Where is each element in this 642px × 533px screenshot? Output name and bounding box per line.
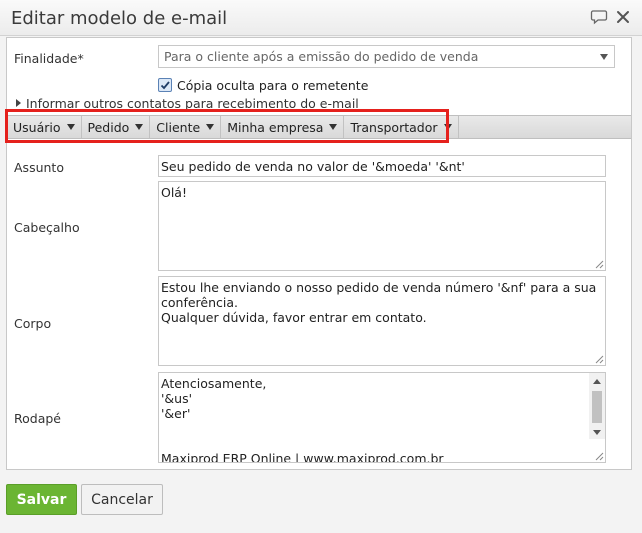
copia-oculta-row: Cópia oculta para o remetente (158, 76, 368, 94)
variables-toolbar: Usuário Pedido Cliente Minha empresa Tra… (7, 115, 631, 139)
check-icon (160, 81, 170, 90)
expand-arrow-icon (16, 99, 21, 107)
finalidade-label: Finalidade* (14, 51, 84, 66)
toolbar-pedido-button[interactable]: Pedido (82, 116, 151, 138)
title-icons (590, 8, 632, 26)
rodape-line: Atenciosamente, (161, 376, 267, 391)
cancel-button[interactable]: Cancelar (81, 484, 163, 515)
chat-icon[interactable] (590, 8, 608, 26)
finalidade-value: Para o cliente após a emissão do pedido … (164, 49, 479, 64)
cabecalho-textarea[interactable]: Olá! (158, 181, 606, 271)
corpo-line: Qualquer dúvida, favor entrar em contato… (161, 310, 427, 325)
toolbar-usuario-label: Usuário (13, 119, 61, 135)
dropdown-arrow-icon (443, 124, 452, 130)
rodape-line: '&us' (161, 391, 193, 406)
rodape-line: Maxiprod ERP Online | www.maxiprod.com.b… (161, 451, 444, 463)
form-panel: Finalidade* Para o cliente após a emissã… (5, 37, 632, 470)
dropdown-arrow-icon (135, 124, 144, 130)
resize-grip-icon[interactable] (595, 452, 604, 461)
assunto-label: Assunto (14, 160, 64, 175)
toolbar-cliente-button[interactable]: Cliente (150, 116, 222, 138)
resize-grip-icon[interactable] (595, 355, 604, 364)
outros-contatos-label: Informar outros contatos para recebiment… (26, 96, 359, 111)
cabecalho-line: Olá! (161, 185, 187, 200)
toolbar-usuario-button[interactable]: Usuário (7, 116, 82, 138)
rodape-line: '&er' (161, 406, 191, 421)
save-button[interactable]: Salvar (6, 484, 77, 515)
dialog-titlebar: Editar modelo de e-mail (0, 0, 642, 36)
rodape-textarea[interactable]: Atenciosamente, '&us' '&er' Maxiprod ERP… (158, 372, 606, 463)
corpo-line: Estou lhe enviando o nosso pedido de ven… (161, 280, 597, 295)
scroll-thumb[interactable] (592, 391, 602, 423)
copia-oculta-checkbox[interactable] (158, 78, 172, 92)
scroll-up-arrow-icon[interactable] (593, 379, 601, 384)
dropdown-arrow-icon (329, 124, 338, 130)
dropdown-arrow-icon (206, 124, 215, 130)
chevron-down-icon (600, 54, 608, 60)
corpo-label: Corpo (14, 316, 52, 331)
toolbar-pedido-label: Pedido (87, 119, 130, 135)
resize-grip-icon[interactable] (595, 260, 604, 269)
dialog-title: Editar modelo de e-mail (11, 8, 228, 29)
rodape-scrollbar[interactable] (589, 373, 605, 439)
corpo-textarea[interactable]: Estou lhe enviando o nosso pedido de ven… (158, 276, 606, 366)
toolbar-cliente-label: Cliente (156, 119, 201, 135)
outros-contatos-toggle[interactable]: Informar outros contatos para recebiment… (16, 96, 359, 112)
dropdown-arrow-icon (66, 124, 75, 130)
finalidade-select[interactable]: Para o cliente após a emissão do pedido … (158, 45, 615, 68)
rodape-line (161, 436, 581, 451)
rodape-line (161, 421, 581, 436)
close-icon[interactable] (614, 8, 632, 26)
assunto-input[interactable]: Seu pedido de venda no valor de '&moeda'… (158, 155, 606, 177)
toolbar-transportador-label: Transportador (350, 119, 438, 135)
toolbar-minha-empresa-label: Minha empresa (227, 119, 324, 135)
toolbar-minha-empresa-button[interactable]: Minha empresa (221, 116, 345, 138)
toolbar-transportador-button[interactable]: Transportador (344, 116, 459, 138)
scroll-down-arrow-icon[interactable] (593, 430, 601, 435)
rodape-label: Rodapé (14, 411, 61, 426)
copia-oculta-label[interactable]: Cópia oculta para o remetente (177, 78, 368, 93)
corpo-line: conferência. (161, 295, 238, 310)
cabecalho-label: Cabeçalho (14, 220, 80, 235)
